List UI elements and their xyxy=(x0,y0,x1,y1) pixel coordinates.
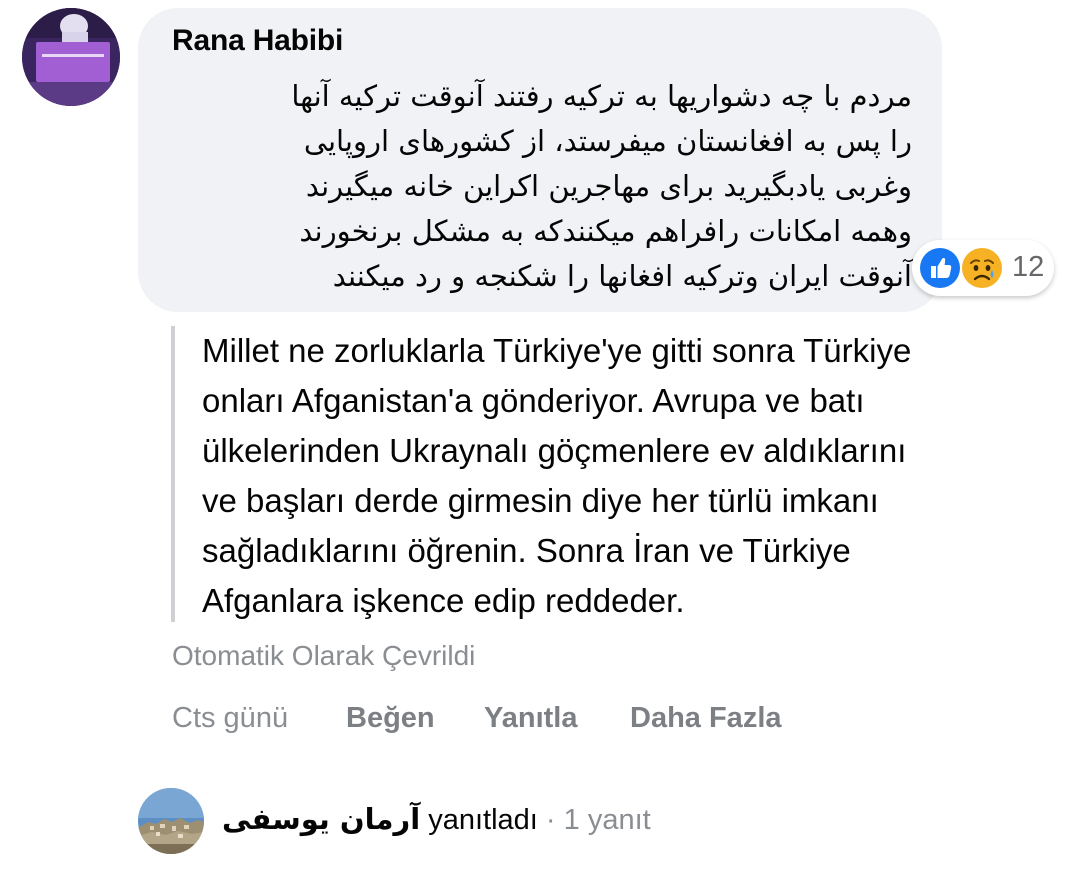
reply-separator: · xyxy=(545,804,556,836)
like-button[interactable]: Beğen xyxy=(346,702,435,735)
reactions-summary[interactable]: 12 xyxy=(912,240,1054,296)
translated-comment-text: Millet ne zorluklarla Türkiye'ye gitti s… xyxy=(202,332,912,619)
comment-body: مردم با چه دشواریها به ترکیه رفتند آنوقت… xyxy=(291,79,912,293)
translation-quote-bar xyxy=(171,326,175,622)
sad-icon xyxy=(960,246,1004,290)
comment-author-name[interactable]: Rana Habibi xyxy=(172,24,343,58)
reply-verb: yanıtladı xyxy=(428,804,538,836)
reply-button[interactable]: Yanıtla xyxy=(484,702,578,735)
more-button[interactable]: Daha Fazla xyxy=(630,702,782,735)
replier-avatar xyxy=(138,788,204,854)
commenter-avatar[interactable] xyxy=(22,8,120,106)
auto-translated-label[interactable]: Otomatik Olarak Çevrildi xyxy=(172,640,475,672)
comment-thread: Rana Habibi مردم با چه دشواریها به ترکیه… xyxy=(0,0,1080,871)
reply-summary: آرمان یوسفی yanıtladı · 1 yanıt xyxy=(222,802,651,837)
reply-count: 1 yanıt xyxy=(563,804,651,836)
like-icon xyxy=(918,246,962,290)
comment-timestamp[interactable]: Cts günü xyxy=(172,702,288,735)
replier-name[interactable]: آرمان یوسفی xyxy=(222,802,420,836)
reaction-count: 12 xyxy=(1012,251,1045,283)
